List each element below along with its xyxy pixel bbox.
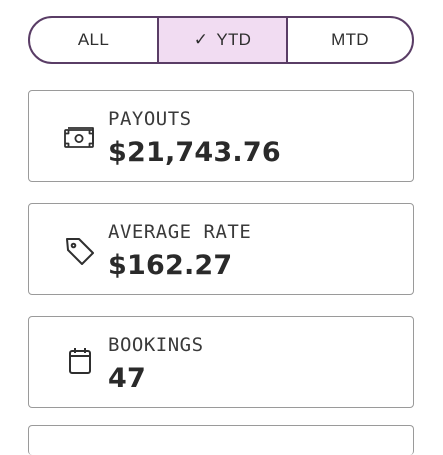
payouts-card: PAYOUTS $21,743.76 bbox=[28, 90, 414, 182]
payouts-value: $21,743.76 bbox=[108, 137, 281, 168]
average-rate-value: $162.27 bbox=[108, 250, 233, 281]
partial-card bbox=[28, 425, 414, 455]
date-range-filter: ALL ✓ YTD MTD bbox=[28, 16, 414, 64]
average-rate-card: AVERAGE RATE $162.27 bbox=[28, 203, 414, 295]
filter-mtd-button[interactable]: MTD bbox=[288, 18, 412, 62]
bookings-label: BOOKINGS bbox=[108, 334, 204, 356]
payouts-label: PAYOUTS bbox=[108, 108, 192, 130]
filter-ytd-label: YTD bbox=[216, 30, 252, 49]
filter-all-label: ALL bbox=[77, 30, 110, 49]
filter-all-button[interactable]: ALL bbox=[30, 18, 159, 62]
filter-mtd-label: MTD bbox=[331, 30, 369, 49]
filter-ytd-button[interactable]: ✓ YTD bbox=[159, 18, 288, 62]
money-icon bbox=[63, 121, 97, 155]
bookings-value: 47 bbox=[108, 363, 146, 394]
tag-icon bbox=[63, 234, 97, 268]
calendar-icon bbox=[63, 343, 97, 377]
bookings-card: BOOKINGS 47 bbox=[28, 316, 414, 408]
check-icon: ✓ bbox=[193, 30, 209, 49]
average-rate-label: AVERAGE RATE bbox=[108, 221, 252, 243]
